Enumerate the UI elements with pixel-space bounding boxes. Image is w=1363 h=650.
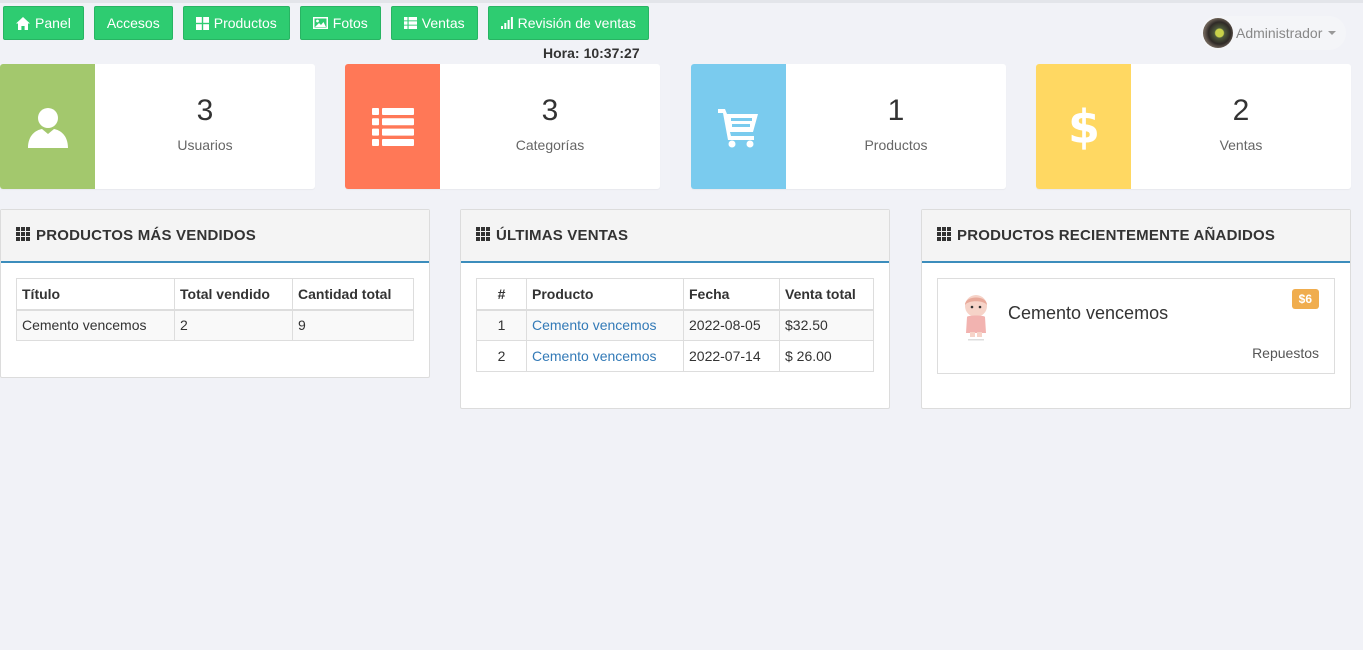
top-nav: Panel Accesos Productos Fotos Ventas Rev… <box>3 6 649 40</box>
stat-value: 3 <box>541 94 559 127</box>
panel-top-sellers: PRODUCTOS MÁS VENDIDOS Título Total vend… <box>0 209 430 378</box>
table-cell: 2 <box>174 309 293 341</box>
stat-card-categorias: 3 Categorías <box>345 64 660 189</box>
nav-accesos-label: Accesos <box>106 15 160 31</box>
table-cell: $ 26.00 <box>779 340 874 372</box>
nav-revision-ventas-label: Revisión de ventas <box>517 15 636 31</box>
product-link[interactable]: Cemento vencemos <box>532 317 657 333</box>
table-cell: 9 <box>292 309 414 341</box>
nav-productos-label: Productos <box>213 15 277 31</box>
stat-value: 2 <box>1232 94 1250 127</box>
th-icon <box>16 227 30 244</box>
column-header: Fecha <box>683 278 780 311</box>
shopping-cart-icon <box>691 64 786 189</box>
dollar-icon: $ <box>1036 64 1131 189</box>
home-icon <box>16 16 30 30</box>
th-icon <box>476 227 490 244</box>
panel-title: PRODUCTOS MÁS VENDIDOS <box>36 227 256 244</box>
user-name: Administrador <box>1236 25 1323 41</box>
caret-down-icon <box>1328 31 1337 35</box>
column-header: # <box>476 278 527 311</box>
stat-value: 1 <box>887 94 905 127</box>
nav-productos-button[interactable]: Productos <box>182 6 290 40</box>
panel-title: ÚLTIMAS VENTAS <box>496 227 629 244</box>
table-cell: 2022-08-05 <box>683 309 780 341</box>
column-header: Producto <box>526 278 684 311</box>
user-icon <box>0 64 95 189</box>
user-menu[interactable]: Administrador <box>1201 16 1346 50</box>
top-sellers-table: Título Total vendido Cantidad total Ceme… <box>16 278 414 341</box>
nav-ventas-label: Ventas <box>421 15 465 31</box>
table-cell: 1 <box>476 309 527 341</box>
column-header: Venta total <box>779 278 874 311</box>
list-icon <box>345 64 440 189</box>
svg-text:$: $ <box>1069 103 1099 151</box>
stat-card-usuarios: 3 Usuarios <box>0 64 315 189</box>
clock-value: 10:37:27 <box>583 45 640 61</box>
stat-card-ventas: $ 2 Ventas <box>1036 64 1351 189</box>
price-badge: $6 <box>1291 289 1319 309</box>
clock-label: Hora: <box>543 45 580 61</box>
stat-label: Ventas <box>1219 137 1263 153</box>
nav-revision-ventas-button[interactable]: Revisión de ventas <box>487 6 649 40</box>
table-cell: Cemento vencemos <box>526 309 684 341</box>
table-row: 2 Cemento vencemos 2022-07-14 $ 26.00 <box>476 340 874 372</box>
latest-sales-table: # Producto Fecha Venta total 1 Cemento v… <box>476 278 874 372</box>
table-row: Cemento vencemos 2 9 <box>16 309 414 341</box>
table-cell: 2 <box>476 340 527 372</box>
avatar <box>1203 18 1233 48</box>
panel-recent-products: PRODUCTOS RECIENTEMENTE AÑADIDOS Cemento… <box>921 209 1351 409</box>
nav-panel-label: Panel <box>35 15 71 31</box>
stat-label: Productos <box>864 137 928 153</box>
column-header: Título <box>16 278 175 311</box>
column-header: Cantidad total <box>292 278 414 311</box>
nav-fotos-label: Fotos <box>332 15 368 31</box>
table-cell: $32.50 <box>779 309 874 341</box>
stat-card-productos: 1 Productos <box>691 64 1006 189</box>
clock: Hora: 10:37:27 <box>543 45 640 61</box>
recent-product-category: Repuestos <box>1252 345 1319 361</box>
table-cell: Cemento vencemos <box>16 309 175 341</box>
panel-latest-sales: ÚLTIMAS VENTAS # Producto Fecha Venta to… <box>460 209 890 409</box>
recent-product-name: Cemento vencemos <box>1008 303 1169 323</box>
column-header: Total vendido <box>174 278 293 311</box>
picture-icon <box>312 17 328 29</box>
recent-product-item[interactable]: Cemento vencemos $6 Repuestos <box>937 278 1335 374</box>
nav-ventas-button[interactable]: Ventas <box>390 6 478 40</box>
table-row: 1 Cemento vencemos 2022-08-05 $32.50 <box>476 309 874 341</box>
nav-panel-button[interactable]: Panel <box>3 6 84 40</box>
top-border <box>0 0 1363 3</box>
panel-title: PRODUCTOS RECIENTEMENTE AÑADIDOS <box>957 227 1276 244</box>
nav-fotos-button[interactable]: Fotos <box>299 6 381 40</box>
stat-value: 3 <box>196 94 214 127</box>
th-large-icon <box>195 16 209 30</box>
table-cell: Cemento vencemos <box>526 340 684 372</box>
th-icon <box>937 227 951 244</box>
th-list-icon <box>403 17 417 29</box>
stat-label: Usuarios <box>177 137 233 153</box>
nav-accesos-button[interactable]: Accesos <box>93 6 173 40</box>
signal-icon <box>500 17 513 29</box>
table-cell: 2022-07-14 <box>683 340 780 372</box>
product-thumbnail <box>956 291 996 343</box>
product-link[interactable]: Cemento vencemos <box>532 348 657 364</box>
stat-label: Categorías <box>515 137 585 153</box>
